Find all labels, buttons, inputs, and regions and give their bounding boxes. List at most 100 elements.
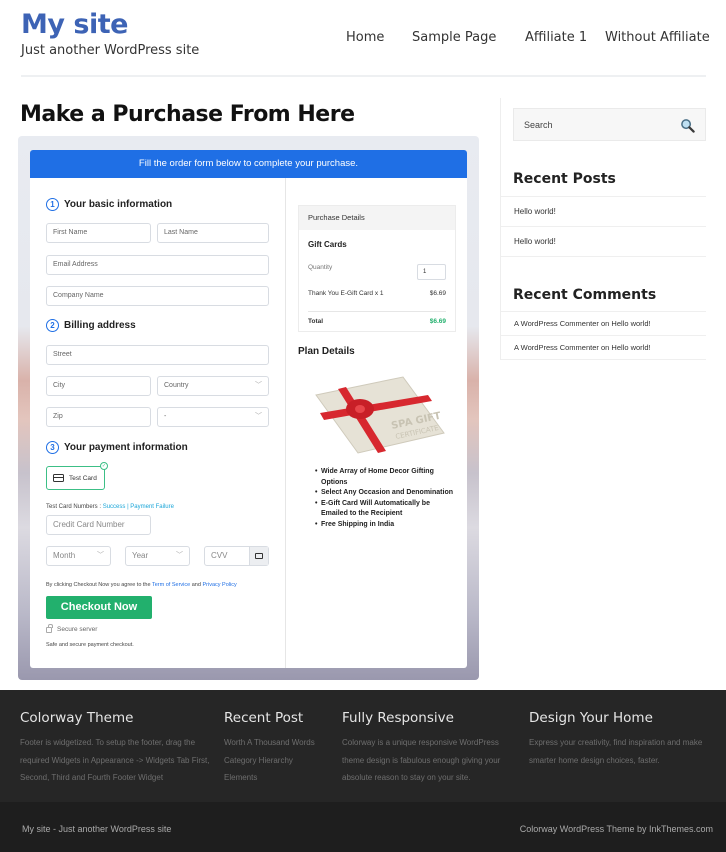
footer-text: Footer is widgetized. To setup the foote…: [20, 738, 210, 782]
plan-features: Wide Array of Home Decor Gifting Options…: [315, 467, 455, 530]
footer-site-info[interactable]: My site - Just another WordPress site: [22, 824, 171, 834]
checkout-form: Fill the order form below to complete yo…: [30, 150, 467, 668]
gift-card-image: SPA GIFT CERTIFICATE: [315, 376, 445, 454]
payment-method-label: Test Card: [69, 474, 97, 482]
total-row: Total $6.69: [308, 318, 446, 325]
divider: [308, 311, 446, 312]
comment-post-link[interactable]: Hello world!: [611, 319, 650, 328]
purchase-details: Purchase Details Gift Cards Quantity 1 T…: [298, 205, 456, 332]
terms-agreement: By clicking Checkout Now you agree to th…: [46, 582, 237, 588]
agree-text: By clicking Checkout Now you agree to th…: [46, 582, 151, 588]
state-select[interactable]: - ﹀: [157, 407, 269, 427]
privacy-link[interactable]: Privacy Policy: [202, 582, 236, 588]
order-form-column: 1 Your basic information First Name Last…: [30, 178, 286, 668]
nav-sample-page[interactable]: Sample Page: [412, 30, 496, 45]
divider: [501, 359, 706, 360]
nav-home[interactable]: Home: [346, 30, 384, 45]
chevron-down-icon: ﹀: [176, 552, 183, 559]
comment-author-link[interactable]: A WordPress Commenter: [514, 319, 599, 328]
recent-comments-heading: Recent Comments: [513, 287, 657, 303]
secure-server-label: Secure server: [57, 626, 98, 633]
step-billing-address: 2 Billing address: [46, 319, 136, 332]
test-failure-link[interactable]: Payment Failure: [130, 504, 174, 510]
footer-text: Colorway is a unique responsive WordPres…: [342, 738, 501, 782]
chevron-down-icon: ﹀: [255, 382, 262, 389]
feature-item: Free Shipping in India: [315, 520, 455, 531]
company-field[interactable]: Company Name: [46, 286, 269, 306]
quantity-text: Quantity: [308, 264, 333, 271]
check-icon: ✓: [100, 462, 108, 470]
footer-heading: Recent Post: [224, 710, 304, 726]
chevron-down-icon: ﹀: [97, 552, 104, 559]
cvv-placeholder: CVV: [211, 551, 228, 560]
recent-comment: A WordPress Commenter on Hello world!: [501, 335, 706, 359]
test-success-link[interactable]: Success: [103, 504, 126, 510]
search-input[interactable]: Search: [513, 108, 706, 141]
terms-link[interactable]: Term of Service: [152, 582, 190, 588]
credit-card-icon: [53, 474, 64, 482]
step-label: Your basic information: [64, 199, 173, 210]
footer-post-link[interactable]: Category Hierarchy: [224, 752, 334, 770]
comment-on: on: [600, 343, 610, 352]
recent-post-link[interactable]: Hello world!: [501, 196, 706, 226]
zip-field[interactable]: Zip: [46, 407, 151, 427]
footer-heading: Colorway Theme: [20, 710, 134, 726]
payment-method-test-card[interactable]: Test Card ✓: [46, 462, 108, 490]
quantity-input[interactable]: 1: [417, 264, 446, 280]
footer-post-link[interactable]: Worth A Thousand Words: [224, 734, 334, 752]
search-placeholder: Search: [524, 120, 553, 130]
month-select-value: Month: [53, 551, 76, 560]
year-select[interactable]: Year ﹀: [125, 546, 190, 566]
order-summary-column: Purchase Details Gift Cards Quantity 1 T…: [286, 178, 467, 668]
feature-item: Select Any Occasion and Denomination: [315, 488, 455, 499]
footer-bottom-bar: My site - Just another WordPress site Co…: [0, 802, 726, 852]
comment-author-link[interactable]: A WordPress Commenter: [514, 343, 599, 352]
comment-post-link[interactable]: Hello world!: [611, 343, 650, 352]
product-group: Gift Cards: [308, 240, 347, 249]
chevron-down-icon: ﹀: [255, 413, 262, 420]
lock-icon: [46, 623, 53, 633]
feature-item: E-Gift Card Will Automatically be Emaile…: [315, 499, 455, 520]
line-item: Thank You E-Gift Card x 1 $6.69: [308, 290, 446, 297]
line-item-price: $6.69: [429, 290, 446, 297]
step-number: 2: [46, 319, 59, 332]
checkout-banner: Fill the order form below to complete yo…: [30, 150, 467, 178]
cvv-card-icon: [249, 547, 268, 565]
first-name-field[interactable]: First Name: [46, 223, 151, 243]
purchase-details-heading: Purchase Details: [299, 206, 455, 230]
footer-heading: Design Your Home: [529, 710, 653, 726]
checkout-now-button[interactable]: Checkout Now: [46, 596, 152, 619]
footer-heading: Fully Responsive: [342, 710, 454, 726]
month-select[interactable]: Month ﹀: [46, 546, 111, 566]
secure-note: Safe and secure payment checkout.: [46, 642, 134, 648]
street-field[interactable]: Street: [46, 345, 269, 365]
search-icon[interactable]: [680, 118, 695, 133]
agree-and: and: [191, 582, 201, 588]
city-field[interactable]: City: [46, 376, 151, 396]
cvv-field[interactable]: CVV: [204, 546, 269, 566]
step-number: 3: [46, 441, 59, 454]
card-number-field[interactable]: Credit Card Number: [46, 515, 151, 535]
year-select-value: Year: [132, 551, 149, 560]
last-name-field[interactable]: Last Name: [157, 223, 269, 243]
recent-post-link[interactable]: Hello world!: [501, 226, 706, 256]
total-value: $6.69: [429, 318, 446, 325]
step-basic-info: 1 Your basic information: [46, 198, 172, 211]
footer-text: Express your creativity, find inspiratio…: [529, 738, 703, 765]
footer-credit[interactable]: Colorway WordPress Theme by InkThemes.co…: [520, 824, 713, 834]
nav-affiliate-1[interactable]: Affiliate 1: [525, 30, 587, 45]
plan-details-heading: Plan Details: [298, 346, 355, 357]
feature-item: Wide Array of Home Decor Gifting Options: [315, 467, 455, 488]
divider: [501, 256, 706, 257]
header-divider: [21, 75, 706, 77]
nav-without-affiliate[interactable]: Without Affiliate: [605, 30, 710, 45]
recent-comment: A WordPress Commenter on Hello world!: [501, 311, 706, 335]
country-select-value: Country: [164, 382, 189, 389]
step-number: 1: [46, 198, 59, 211]
footer-post-link[interactable]: Elements: [224, 769, 334, 787]
country-select[interactable]: Country ﹀: [157, 376, 269, 396]
recent-posts-heading: Recent Posts: [513, 171, 616, 187]
page-title: Make a Purchase From Here: [20, 102, 355, 127]
email-field[interactable]: Email Address: [46, 255, 269, 275]
step-label: Billing address: [64, 320, 136, 331]
